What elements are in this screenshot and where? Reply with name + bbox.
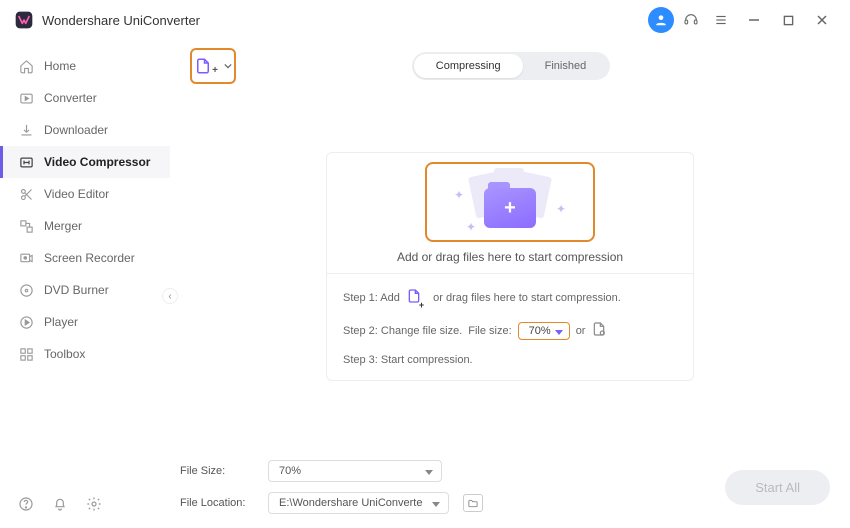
drop-zone[interactable]: + ✦✦✦	[425, 162, 595, 242]
sidebar-item-label: Home	[44, 59, 76, 73]
app-logo-icon	[14, 10, 34, 30]
app-title: Wondershare UniConverter	[42, 13, 200, 28]
sidebar-item-label: Toolbox	[44, 347, 85, 361]
step-3: Step 3: Start compression.	[343, 354, 677, 366]
file-size-select[interactable]: 70%	[268, 460, 442, 482]
sidebar-item-video-compressor[interactable]: Video Compressor	[0, 146, 170, 178]
sidebar-item-label: Screen Recorder	[44, 251, 135, 265]
support-icon[interactable]	[678, 7, 704, 33]
sidebar-item-home[interactable]: Home	[0, 50, 170, 82]
sidebar-item-label: DVD Burner	[44, 283, 109, 297]
downloader-icon	[18, 123, 34, 138]
sidebar-item-player[interactable]: Player	[0, 306, 170, 338]
file-size-label: File Size:	[180, 465, 254, 477]
browse-folder-button[interactable]	[463, 494, 483, 512]
settings-icon[interactable]	[86, 496, 102, 517]
drop-card: + ✦✦✦ Add or drag files here to start co…	[326, 152, 694, 381]
step-1: Step 1: Add + or drag files here to star…	[343, 288, 677, 307]
content-area: + Compressing Finished + ✦✦✦	[170, 40, 850, 528]
sidebar-item-screen-recorder[interactable]: Screen Recorder	[0, 242, 170, 274]
player-icon	[18, 315, 34, 330]
sidebar-item-label: Video Editor	[44, 187, 109, 201]
sidebar-item-dvd-burner[interactable]: DVD Burner	[0, 274, 170, 306]
toolbox-icon	[18, 347, 34, 362]
home-icon	[18, 59, 34, 74]
tab-finished[interactable]: Finished	[523, 54, 609, 78]
notification-icon[interactable]	[52, 496, 68, 517]
tabs: Compressing Finished	[412, 52, 610, 80]
merger-icon	[18, 219, 34, 234]
sidebar-item-downloader[interactable]: Downloader	[0, 114, 170, 146]
sidebar-item-label: Downloader	[44, 123, 108, 137]
dvd-icon	[18, 283, 34, 298]
menu-icon[interactable]	[708, 7, 734, 33]
compressor-icon	[18, 155, 34, 170]
editor-icon	[18, 187, 34, 202]
step-2: Step 2: Change file size. File size: 70%…	[343, 321, 677, 340]
advanced-settings-icon[interactable]	[591, 321, 607, 340]
account-icon[interactable]	[648, 7, 674, 33]
sidebar-item-label: Converter	[44, 91, 97, 105]
file-location-label: File Location:	[180, 497, 254, 509]
help-icon[interactable]	[18, 496, 34, 517]
recorder-icon	[18, 251, 34, 266]
add-file-button[interactable]: +	[190, 48, 236, 84]
step2-size-select[interactable]: 70%	[518, 322, 570, 340]
sidebar: Home Converter Downloader Video Compress…	[0, 40, 170, 528]
sidebar-item-converter[interactable]: Converter	[0, 82, 170, 114]
sidebar-item-merger[interactable]: Merger	[0, 210, 170, 242]
file-location-select[interactable]: E:\Wondershare UniConverte	[268, 492, 449, 514]
bottom-bar: File Size: 70% File Location: E:\Wonders…	[180, 460, 830, 514]
tab-compressing[interactable]: Compressing	[414, 54, 523, 78]
sidebar-item-toolbox[interactable]: Toolbox	[0, 338, 170, 370]
start-all-button[interactable]: Start All	[725, 470, 830, 505]
title-bar: Wondershare UniConverter	[0, 0, 850, 40]
folder-add-icon: + ✦✦✦	[468, 172, 552, 232]
sidebar-item-label: Video Compressor	[44, 155, 150, 169]
sidebar-footer	[0, 484, 170, 528]
sidebar-item-video-editor[interactable]: Video Editor	[0, 178, 170, 210]
sidebar-item-label: Player	[44, 315, 78, 329]
maximize-button[interactable]	[774, 6, 802, 34]
sidebar-item-label: Merger	[44, 219, 82, 233]
close-button[interactable]	[808, 6, 836, 34]
file-add-icon: +	[406, 288, 427, 307]
drop-caption: Add or drag files here to start compress…	[397, 250, 623, 264]
converter-icon	[18, 91, 34, 106]
minimize-button[interactable]	[740, 6, 768, 34]
